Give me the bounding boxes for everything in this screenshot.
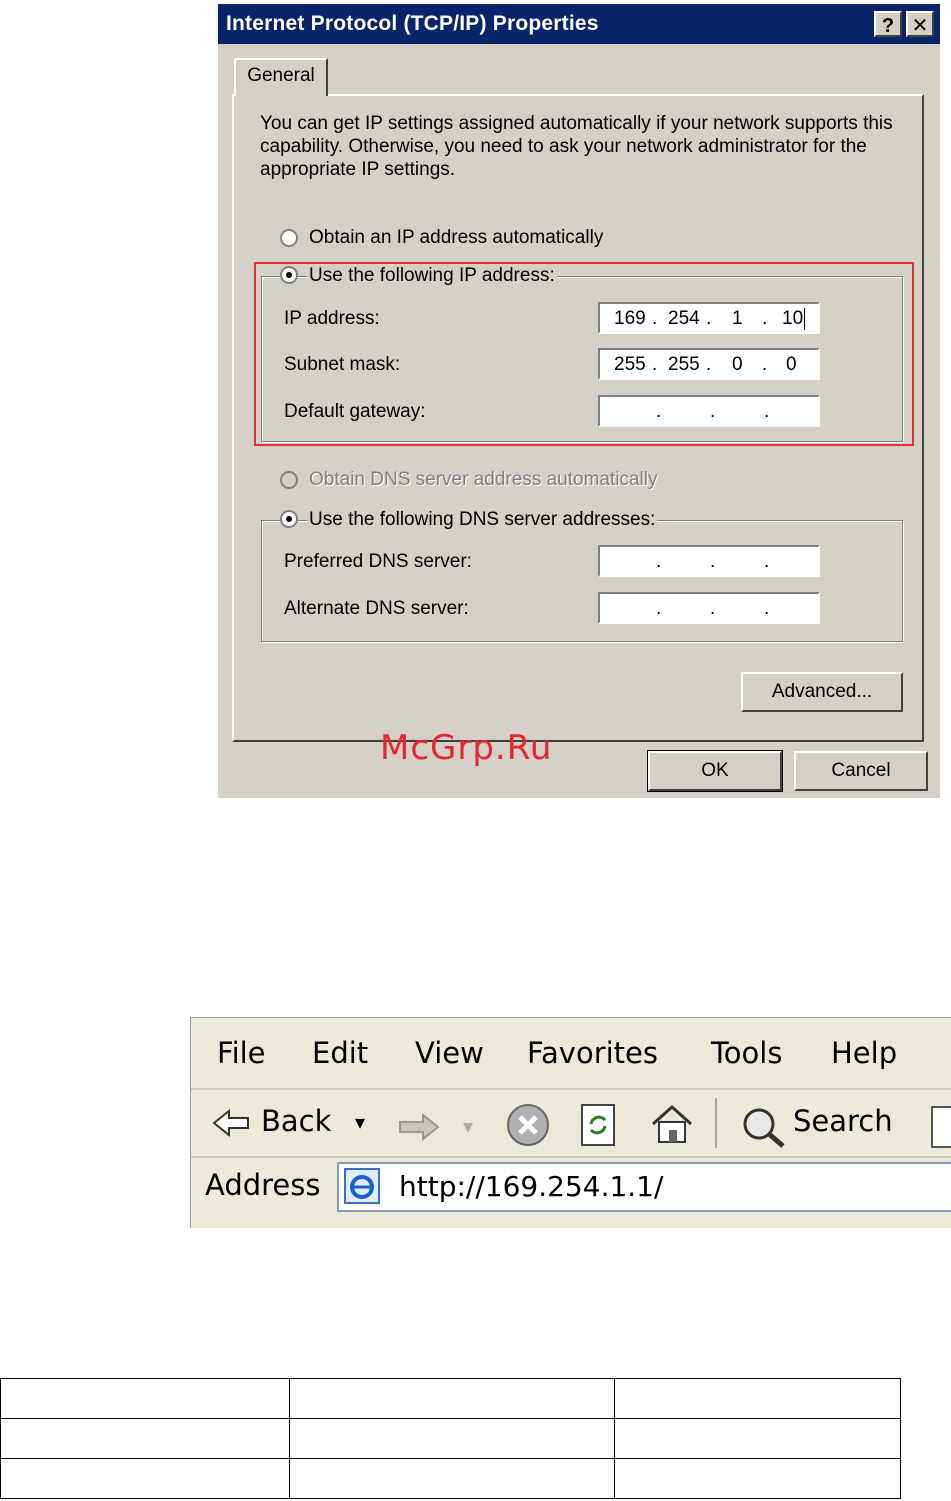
back-dropdown-icon[interactable]: ▾ xyxy=(355,1110,365,1135)
menu-bar: File Edit View Favorites Tools Help xyxy=(191,1018,951,1090)
favorites-button-partial[interactable] xyxy=(931,1106,951,1148)
toolbar-separator xyxy=(715,1098,717,1148)
help-button[interactable]: ? xyxy=(874,11,902,37)
preferred-dns-field[interactable]: ... xyxy=(598,545,820,577)
back-label: Back xyxy=(261,1104,332,1138)
alternate-dns-field[interactable]: ... xyxy=(598,592,820,624)
table-cell xyxy=(614,1418,901,1459)
table-cell xyxy=(289,1458,615,1499)
use-dns-label[interactable]: Use the following DNS server addresses: xyxy=(307,509,658,531)
dialog-titlebar[interactable]: Internet Protocol (TCP/IP) Properties ? … xyxy=(218,4,940,44)
table-cell xyxy=(0,1418,290,1459)
description-text: You can get IP settings assigned automat… xyxy=(260,113,893,180)
obtain-dns-auto-label[interactable]: Obtain DNS server address automatically xyxy=(307,469,660,491)
table-row xyxy=(0,1458,901,1499)
forward-arrow-icon[interactable] xyxy=(397,1110,441,1144)
menu-tools[interactable]: Tools xyxy=(711,1036,782,1070)
menu-view[interactable]: View xyxy=(415,1036,484,1070)
browser-toolbar-area: File Edit View Favorites Tools Help Back… xyxy=(190,1017,951,1228)
table-cell xyxy=(0,1378,290,1419)
use-dns-radio[interactable] xyxy=(280,510,298,528)
ie-page-icon xyxy=(344,1168,380,1204)
table-cell xyxy=(289,1378,615,1419)
table-cell xyxy=(614,1458,901,1499)
tab-general[interactable]: General xyxy=(234,58,328,96)
back-button[interactable]: Back ▾ xyxy=(211,1104,371,1144)
highlight-box xyxy=(254,262,914,446)
standard-toolbar: Back ▾ ▾ Search xyxy=(191,1090,951,1158)
watermark: McGrp.Ru xyxy=(380,728,553,768)
address-bar-row: Address http://169.254.1.1/ xyxy=(191,1158,951,1228)
address-input[interactable]: http://169.254.1.1/ xyxy=(337,1162,951,1212)
table-cell xyxy=(289,1418,615,1459)
obtain-ip-auto-label[interactable]: Obtain an IP address automatically xyxy=(307,227,606,249)
search-icon xyxy=(743,1108,785,1148)
search-label: Search xyxy=(793,1104,893,1138)
advanced-button[interactable]: Advanced... xyxy=(741,672,903,712)
menu-file[interactable]: File xyxy=(217,1036,266,1070)
ok-button[interactable]: OK xyxy=(647,750,783,792)
table-row xyxy=(0,1378,901,1419)
dialog-title: Internet Protocol (TCP/IP) Properties xyxy=(226,12,599,35)
menu-favorites[interactable]: Favorites xyxy=(527,1036,658,1070)
alternate-dns-label: Alternate DNS server: xyxy=(284,598,469,619)
address-label: Address xyxy=(205,1168,321,1202)
url-text: http://169.254.1.1/ xyxy=(399,1170,664,1203)
forward-dropdown-icon[interactable]: ▾ xyxy=(463,1114,473,1139)
search-button[interactable]: Search xyxy=(739,1104,909,1148)
menu-edit[interactable]: Edit xyxy=(312,1036,368,1070)
menu-help[interactable]: Help xyxy=(831,1036,897,1070)
stop-icon[interactable] xyxy=(505,1102,551,1148)
empty-table xyxy=(0,1378,901,1499)
obtain-dns-auto-radio[interactable] xyxy=(280,471,298,489)
table-row xyxy=(0,1418,901,1459)
close-button[interactable]: ✕ xyxy=(906,11,934,37)
cancel-button[interactable]: Cancel xyxy=(794,751,928,791)
table-cell xyxy=(614,1378,901,1419)
refresh-icon[interactable] xyxy=(579,1102,619,1148)
obtain-ip-auto-radio[interactable] xyxy=(280,229,298,247)
home-icon[interactable] xyxy=(649,1102,695,1148)
back-arrow-icon xyxy=(212,1108,249,1138)
preferred-dns-label: Preferred DNS server: xyxy=(284,551,472,572)
table-cell xyxy=(0,1458,290,1499)
